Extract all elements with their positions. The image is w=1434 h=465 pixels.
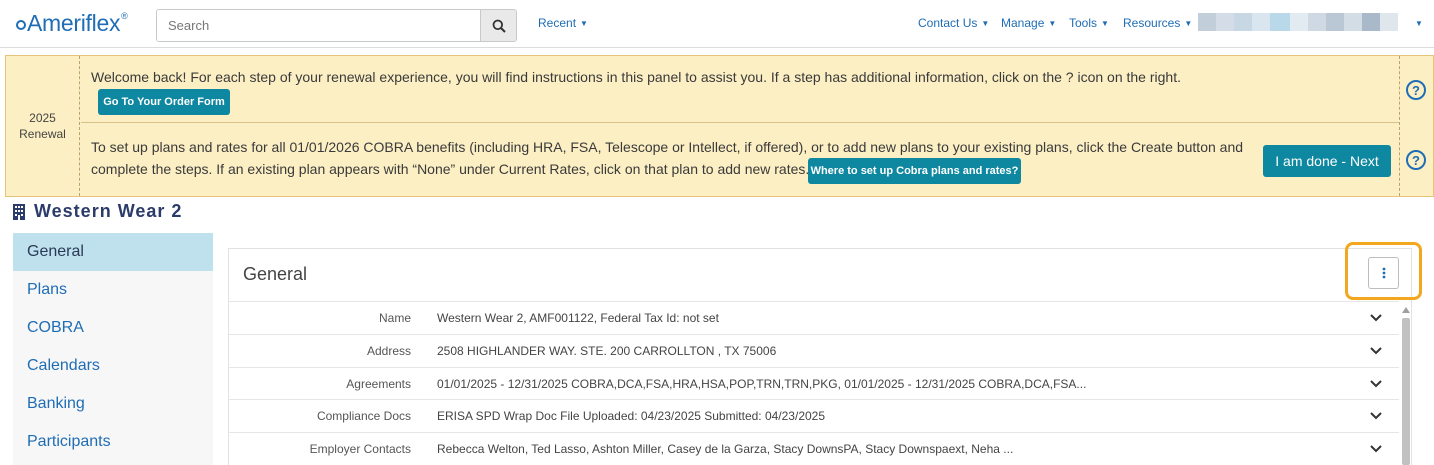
nav-resources-dropdown[interactable]: Resources ▼ <box>1123 16 1192 30</box>
caret-down-icon: ▼ <box>1415 19 1423 28</box>
general-row-agreements[interactable]: Agreements 01/01/2025 - 12/31/2025 COBRA… <box>229 367 1399 400</box>
nav-recent-label: Recent <box>538 16 577 30</box>
registered-mark: ® <box>121 11 128 21</box>
row-value: 2508 HIGHLANDER WAY. STE. 200 CARROLLTON… <box>437 344 777 358</box>
row-key: Compliance Docs <box>316 409 411 423</box>
cobra-setup-help-button[interactable]: Where to set up Cobra plans and rates? <box>808 158 1021 184</box>
row-value: Western Wear 2, AMF001122, Federal Tax I… <box>437 311 719 325</box>
row-key: Address <box>366 344 411 358</box>
help-circle-icon[interactable]: ? <box>1406 80 1426 100</box>
building-icon <box>13 203 25 220</box>
general-row-compliance-docs[interactable]: Compliance Docs ERISA SPD Wrap Doc File … <box>229 399 1399 432</box>
sidebar-item-plans[interactable]: Plans <box>13 271 213 309</box>
search-input[interactable] <box>157 10 481 41</box>
employer-sidebar: General Plans COBRA Calendars Banking Pa… <box>13 233 213 465</box>
renewal-year: 2025 <box>29 111 56 125</box>
kebab-menu-icon <box>1382 267 1385 279</box>
user-menu-redacted[interactable] <box>1198 13 1408 31</box>
renewal-label-text: Renewal <box>19 127 66 141</box>
nav-resources-label: Resources <box>1123 16 1181 30</box>
nav-contact-us-label: Contact Us <box>918 16 978 30</box>
welcome-instructions: Welcome back! For each step of your rene… <box>91 69 1181 85</box>
general-card-title: General <box>243 264 308 284</box>
chevron-down-icon[interactable] <box>1369 441 1383 455</box>
help-circle-icon[interactable]: ? <box>1406 150 1426 170</box>
chevron-down-icon[interactable] <box>1369 408 1383 422</box>
renewal-step-welcome: Welcome back! For each step of your rene… <box>81 56 1399 123</box>
general-actions-button[interactable] <box>1368 257 1399 289</box>
nav-tools-label: Tools <box>1069 16 1098 30</box>
nav-tools-dropdown[interactable]: Tools ▼ <box>1069 16 1109 30</box>
top-navbar: Ameriflex® Recent▼ Contact Us▼ Manage▼ T… <box>0 0 1434 48</box>
nav-manage-dropdown[interactable]: Manage ▼ <box>1001 16 1056 30</box>
general-row-address[interactable]: Address 2508 HIGHLANDER WAY. STE. 200 CA… <box>229 334 1399 367</box>
scroll-up-arrow-icon[interactable] <box>1400 305 1412 315</box>
user-menu-caret[interactable]: ▼ <box>1411 16 1423 30</box>
row-value: ERISA SPD Wrap Doc File Uploaded: 04/23/… <box>437 409 826 423</box>
sidebar-item-calendars[interactable]: Calendars <box>13 347 213 385</box>
chevron-down-icon[interactable] <box>1369 310 1383 324</box>
general-row-name[interactable]: Name Western Wear 2, AMF001122, Federal … <box>229 301 1399 334</box>
sidebar-item-participants[interactable]: Participants <box>13 423 213 461</box>
caret-down-icon: ▼ <box>981 19 990 28</box>
chevron-down-icon[interactable] <box>1369 343 1383 357</box>
row-value: 01/01/2025 - 12/31/2025 COBRA,DCA,FSA,HR… <box>437 377 1087 391</box>
done-next-button[interactable]: I am done - Next <box>1263 145 1391 177</box>
employer-title: Western Wear 2 <box>12 201 182 222</box>
nav-contact-us-dropdown[interactable]: Contact Us ▼ <box>918 16 989 30</box>
sidebar-item-general[interactable]: General <box>13 233 213 271</box>
row-key: Name <box>378 311 411 325</box>
renewal-panel: 2025 Renewal Welcome back! For each step… <box>5 55 1434 197</box>
details-scrollbar-thumb[interactable] <box>1402 318 1410 465</box>
logo-circle-mark <box>16 20 26 30</box>
caret-down-icon: ▼ <box>1184 19 1193 28</box>
search-button[interactable] <box>480 10 516 41</box>
employer-name: Western Wear 2 <box>34 201 183 221</box>
caret-down-icon: ▼ <box>1101 19 1109 28</box>
row-key: Employer Contacts <box>309 442 411 456</box>
search-icon <box>492 19 506 33</box>
search-box <box>156 9 517 42</box>
renewal-label: 2025 Renewal <box>6 56 80 196</box>
cobra-instructions-line2: complete the steps. If an existing plan … <box>91 161 810 177</box>
renewal-step-cobra: To set up plans and rates for all 01/01/… <box>81 124 1399 196</box>
cobra-instructions-line1: To set up plans and rates for all 01/01/… <box>91 139 1244 155</box>
caret-down-icon: ▼ <box>580 19 588 28</box>
sidebar-item-banking[interactable]: Banking <box>13 385 213 423</box>
ameriflex-logo[interactable]: Ameriflex® <box>16 10 128 37</box>
caret-down-icon: ▼ <box>1048 19 1057 28</box>
logo-text: Ameriflex <box>27 10 121 36</box>
sidebar-item-cobra[interactable]: COBRA <box>13 309 213 347</box>
nav-recent-dropdown[interactable]: Recent ▼ <box>538 16 588 30</box>
general-row-employer-contacts[interactable]: Employer Contacts Rebecca Welton, Ted La… <box>229 432 1399 465</box>
order-form-button[interactable]: Go To Your Order Form <box>98 89 230 115</box>
row-value: Rebecca Welton, Ted Lasso, Ashton Miller… <box>437 442 1014 456</box>
row-key: Agreements <box>346 377 411 391</box>
chevron-down-icon[interactable] <box>1369 376 1383 390</box>
help-column: ? ? <box>1399 56 1433 196</box>
nav-manage-label: Manage <box>1001 16 1045 30</box>
